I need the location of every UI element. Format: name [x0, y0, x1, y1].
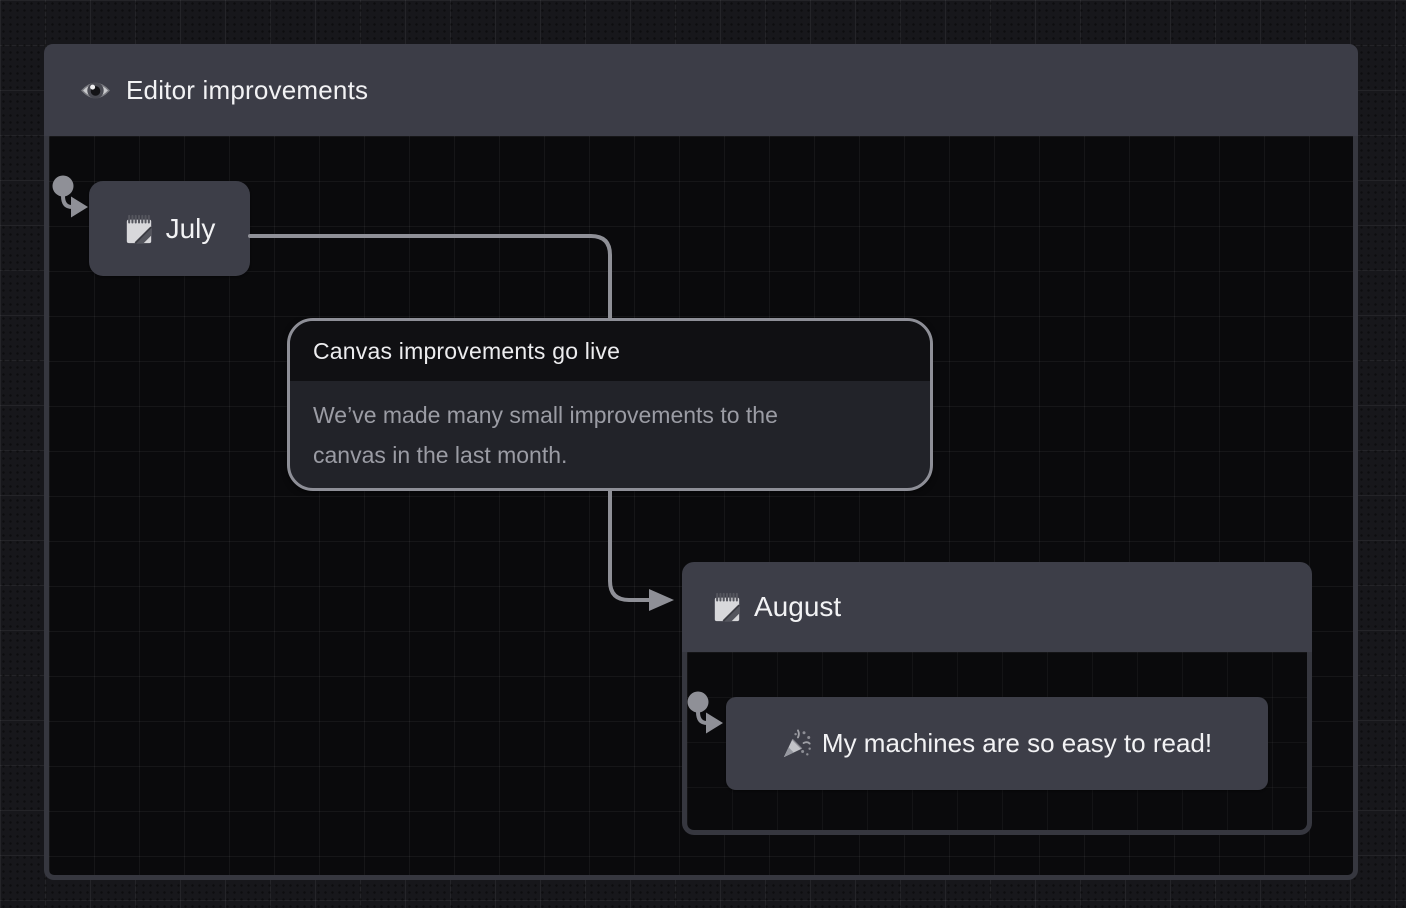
machine-header[interactable]: Editor improvements — [44, 44, 1358, 136]
party-popper-icon — [782, 729, 812, 759]
event-node-canvas-improvements[interactable]: Canvas improvements go live We’ve made m… — [287, 318, 933, 491]
spiral-calendar-icon — [124, 213, 154, 245]
state-node-july[interactable]: July — [89, 181, 250, 276]
event-node-header: Canvas improvements go live — [290, 321, 930, 381]
machine-title: Editor improvements — [126, 75, 368, 106]
event-title: Canvas improvements go live — [313, 338, 620, 365]
july-label: July — [166, 213, 216, 245]
canvas[interactable]: Editor improvements August — [0, 0, 1406, 908]
august-label: August — [754, 591, 841, 623]
event-description: We’ve made many small improvements to th… — [290, 381, 858, 475]
spiral-calendar-icon — [712, 591, 742, 623]
machines-note-label: My machines are so easy to read! — [822, 728, 1212, 759]
august-header[interactable]: August — [682, 562, 1312, 652]
state-node-machines-note[interactable]: My machines are so easy to read! — [726, 697, 1268, 790]
eye-icon — [80, 78, 111, 103]
